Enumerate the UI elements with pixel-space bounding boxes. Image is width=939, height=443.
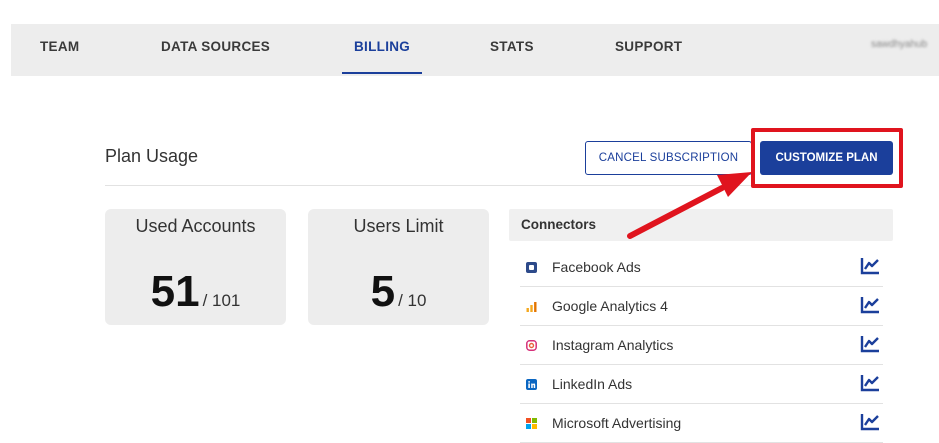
list-item: Google Analytics 4 [520,287,883,326]
connector-name: Google Analytics 4 [552,298,668,314]
connector-name: Instagram Analytics [552,337,674,353]
chart-icon[interactable] [859,334,881,354]
chart-icon[interactable] [859,256,881,276]
connector-name: LinkedIn Ads [552,376,633,392]
users-count: 5 [370,267,396,316]
chart-icon[interactable] [859,373,881,393]
cancel-subscription-button[interactable]: CANCEL SUBSCRIPTION [585,141,752,175]
list-item: Microsoft Advertising [520,404,883,443]
used-accounts-card: Used Accounts 51/ 101 [105,209,286,325]
user-account-name[interactable]: sawdhyahub [871,39,939,53]
tab-stats[interactable]: STATS [490,24,534,76]
instagram-icon [526,340,537,351]
tab-billing[interactable]: BILLING [341,24,423,76]
google-analytics-icon [526,302,537,312]
chart-icon[interactable] [859,295,881,315]
users-limit-value: 5/ 10 [308,267,489,317]
connectors-header: Connectors [509,209,893,241]
linkedin-icon [526,379,537,390]
used-accounts-value: 51/ 101 [105,267,286,317]
users-limit: / 10 [398,291,427,310]
tab-data-sources[interactable]: DATA SOURCES [161,24,270,76]
page-title: Plan Usage [105,146,199,166]
users-limit-title: Users Limit [353,216,444,236]
connector-name: Microsoft Advertising [552,415,682,431]
microsoft-icon [526,418,537,429]
connector-name: Facebook Ads [552,259,641,275]
connectors-title: Connectors [521,217,597,232]
list-item: Facebook Ads [520,248,883,287]
section-divider [105,185,893,186]
chart-icon[interactable] [859,412,881,432]
list-item: Instagram Analytics [520,326,883,365]
customize-plan-button[interactable]: CUSTOMIZE PLAN [760,141,893,175]
tab-team[interactable]: TEAM [40,24,79,76]
used-accounts-title: Used Accounts [135,216,256,236]
facebook-ads-icon [526,262,537,273]
tab-support[interactable]: SUPPORT [615,24,682,76]
used-accounts-count: 51 [150,267,200,316]
users-limit-card: Users Limit 5/ 10 [308,209,489,325]
used-accounts-limit: / 101 [202,291,241,310]
list-item: LinkedIn Ads [520,365,883,404]
top-nav: TEAM DATA SOURCES BILLING STATS SUPPORT … [11,24,939,76]
